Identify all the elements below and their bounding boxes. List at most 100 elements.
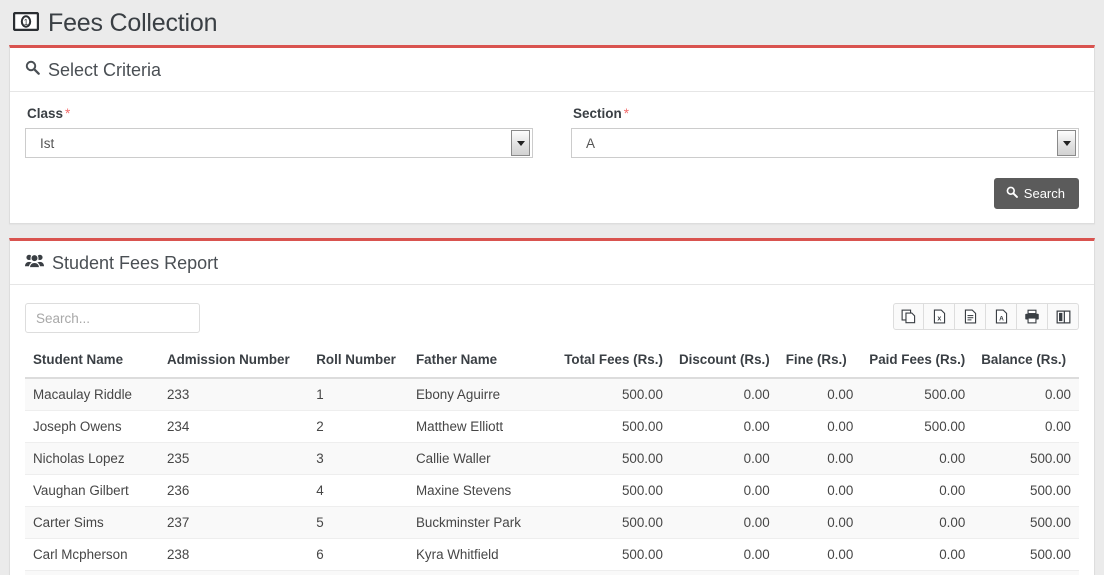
cell-father-name: Melyssa Bird [407,570,557,575]
cell-student-name: Joseph Owens [25,410,159,443]
cell-fine: 0.00 [777,506,862,539]
cell-paid-fees: 0.00 [861,474,974,507]
cell-paid-fees: 0.00 [861,570,974,575]
cell-father-name: Maxine Stevens [407,474,557,507]
table-row[interactable]: Carter Sims 237 5 Buckminster Park 500.0… [25,506,1079,539]
cell-father-name: Callie Waller [407,442,557,475]
cell-balance: 0.00 [973,410,1079,443]
cell-discount: 0.00 [670,506,778,539]
cell-fine: 0.00 [777,538,862,571]
cell-roll-number: 2 [308,410,408,443]
table-row[interactable]: Vaughan Gilbert 236 4 Maxine Stevens 500… [25,474,1079,507]
cell-discount: 0.00 [670,538,778,571]
search-input[interactable] [25,303,200,333]
excel-icon[interactable]: x [924,303,955,330]
cell-student-name: Lamar Richmond [25,570,159,575]
cell-roll-number: 3 [308,442,408,475]
page-title: 1 Fees Collection [0,0,1104,45]
student-fees-table: Student Name Admission Number Roll Numbe… [25,343,1079,575]
search-button[interactable]: Search [993,178,1079,209]
cell-student-name: Carter Sims [25,506,159,539]
select-criteria-body: Class * Ist Section * A Search [10,92,1094,223]
column-header-student-name[interactable]: Student Name [25,343,159,379]
cell-balance: 500.00 [973,570,1079,575]
column-header-admission-number[interactable]: Admission Number [158,343,309,379]
cell-father-name: Matthew Elliott [407,410,557,443]
table-row[interactable]: Carl Mcpherson 238 6 Kyra Whitfield 500.… [25,538,1079,571]
column-header-discount[interactable]: Discount (Rs.) [670,343,778,379]
column-header-roll-number[interactable]: Roll Number [308,343,408,379]
criteria-form-actions: Search [25,158,1079,211]
class-label: Class * [27,106,533,121]
cell-admission-number: 239 [158,570,309,575]
cell-student-name: Carl Mcpherson [25,538,159,571]
table-row[interactable]: Nicholas Lopez 235 3 Callie Waller 500.0… [25,442,1079,475]
cell-paid-fees: 0.00 [861,538,974,571]
criteria-form-row: Class * Ist Section * A [25,106,1079,158]
cell-roll-number: 4 [308,474,408,507]
cell-paid-fees: 500.00 [861,377,974,411]
cell-fine: 0.00 [777,410,862,443]
cell-fine: 0.00 [777,474,862,507]
table-body: Macaulay Riddle 233 1 Ebony Aguirre 500.… [25,377,1079,575]
chevron-down-icon[interactable] [511,130,530,156]
cell-discount: 0.00 [670,377,778,411]
select-criteria-heading: Select Criteria [10,48,1094,92]
cell-total-fees: 500.00 [556,538,671,571]
section-select[interactable]: A [571,128,1079,158]
cell-discount: 0.00 [670,474,778,507]
column-header-balance[interactable]: Balance (Rs.) [973,343,1079,379]
cell-father-name: Ebony Aguirre [407,377,557,411]
column-visibility-icon[interactable] [1048,303,1079,330]
section-field-group: Section * A [571,106,1079,158]
svg-text:1: 1 [24,18,29,27]
select-criteria-heading-text: Select Criteria [48,60,162,80]
cell-admission-number: 235 [158,442,309,475]
column-header-father-name[interactable]: Father Name [407,343,557,379]
cell-total-fees: 500.00 [556,377,671,411]
cell-total-fees: 500.00 [556,506,671,539]
cell-balance: 500.00 [973,442,1079,475]
cell-total-fees: 500.00 [556,474,671,507]
cell-balance: 500.00 [973,506,1079,539]
copy-icon[interactable] [893,303,924,330]
cell-discount: 0.00 [670,442,778,475]
class-label-text: Class [27,106,64,121]
column-header-fine[interactable]: Fine (Rs.) [777,343,862,379]
table-row[interactable]: Lamar Richmond 239 7 Melyssa Bird 500.00… [25,570,1079,575]
cell-admission-number: 238 [158,538,309,571]
cell-balance: 500.00 [973,474,1079,507]
section-select-value: A [586,135,596,151]
cell-balance: 0.00 [973,377,1079,411]
class-field-group: Class * Ist [25,106,533,158]
chevron-down-icon[interactable] [1057,130,1076,156]
table-header-row: Student Name Admission Number Roll Numbe… [25,343,1079,379]
cell-father-name: Buckminster Park [407,506,557,539]
class-select[interactable]: Ist [25,128,533,158]
pdf-icon[interactable]: A [986,303,1017,330]
column-header-total-fees[interactable]: Total Fees (Rs.) [556,343,671,379]
student-fees-report-panel: Student Fees Report x [9,238,1095,575]
cell-student-name: Vaughan Gilbert [25,474,159,507]
cell-balance: 500.00 [973,538,1079,571]
svg-text:x: x [937,314,941,322]
cell-discount: 0.00 [670,570,778,575]
cell-paid-fees: 500.00 [861,410,974,443]
section-label-text: Section [573,106,622,121]
cell-total-fees: 500.00 [556,410,671,443]
search-button-label: Search [1023,186,1065,201]
class-select-value: Ist [40,135,55,151]
table-row[interactable]: Macaulay Riddle 233 1 Ebony Aguirre 500.… [25,377,1079,411]
cell-student-name: Macaulay Riddle [25,377,159,411]
column-header-paid-fees[interactable]: Paid Fees (Rs.) [861,343,974,379]
cell-roll-number: 6 [308,538,408,571]
cell-discount: 0.00 [670,410,778,443]
print-icon[interactable] [1017,303,1048,330]
cell-fine: 0.00 [777,442,862,475]
table-row[interactable]: Joseph Owens 234 2 Matthew Elliott 500.0… [25,410,1079,443]
search-icon [25,60,40,80]
cell-admission-number: 236 [158,474,309,507]
cell-total-fees: 500.00 [556,442,671,475]
student-fees-report-heading: Student Fees Report [10,241,1094,285]
csv-icon[interactable] [955,303,986,330]
